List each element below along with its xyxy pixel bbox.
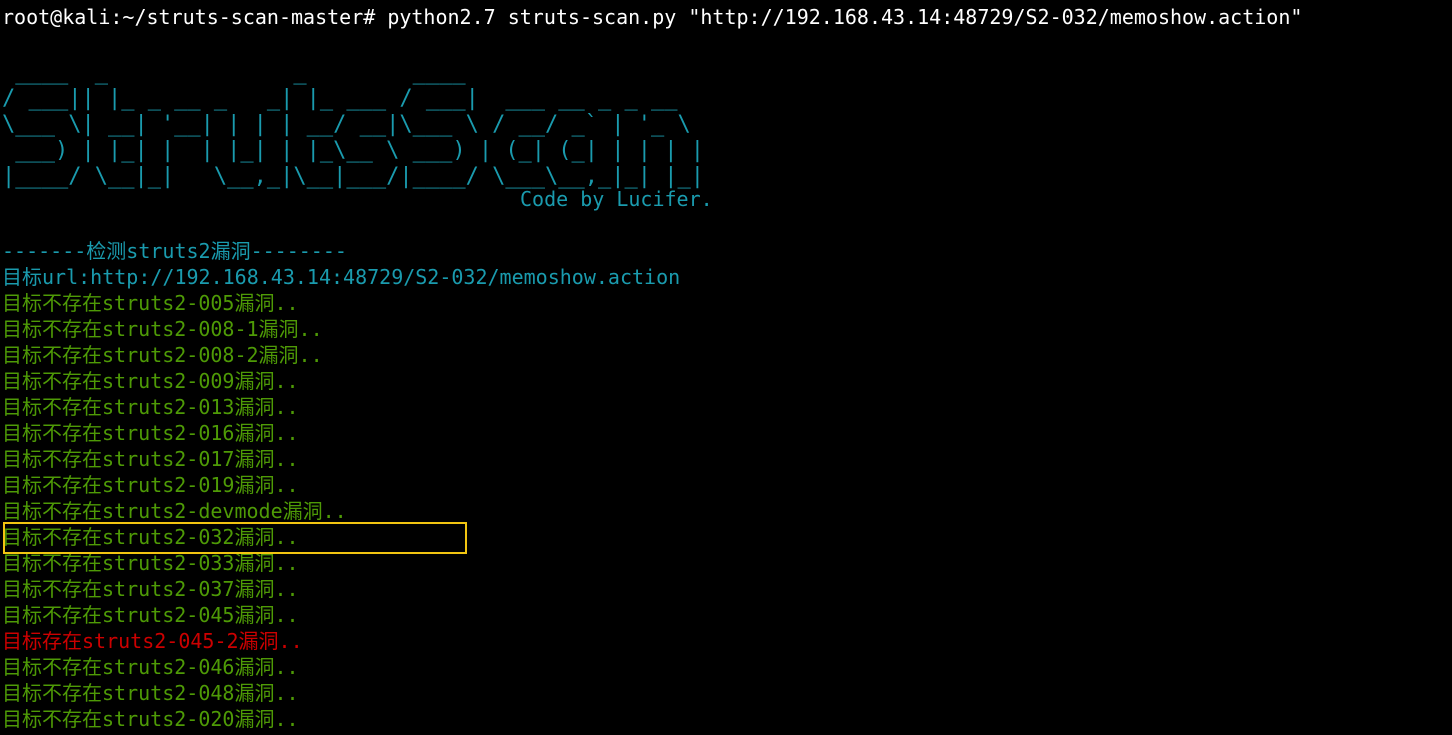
- result-line: 目标不存在struts2-008-2漏洞..: [2, 343, 323, 367]
- target-url-line: 目标url:http://192.168.43.14:48729/S2-032/…: [2, 265, 681, 289]
- result-line: 目标不存在struts2-devmode漏洞..: [2, 499, 347, 523]
- result-line: 目标存在struts2-045-2漏洞..: [2, 629, 303, 653]
- banner-line-4: ___) | |_| | | |_| | |_\__ \ ___) | (_| …: [2, 138, 704, 163]
- terminal-window[interactable]: root@kali:~/struts-scan-master# python2.…: [0, 0, 1452, 735]
- result-line: 目标不存在struts2-045漏洞..: [2, 603, 299, 627]
- command-line: root@kali:~/struts-scan-master# python2.…: [2, 5, 1303, 29]
- result-line: 目标不存在struts2-046漏洞..: [2, 655, 299, 679]
- credit-line: Code by Lucifer.: [520, 187, 713, 211]
- result-line: 目标不存在struts2-032漏洞..: [2, 525, 299, 549]
- result-line: 目标不存在struts2-020漏洞..: [2, 707, 299, 731]
- result-line: 目标不存在struts2-048漏洞..: [2, 681, 299, 705]
- result-line: 目标不存在struts2-013漏洞..: [2, 395, 299, 419]
- section-header: -------检测struts2漏洞--------: [2, 239, 347, 263]
- result-line: 目标不存在struts2-019漏洞..: [2, 473, 299, 497]
- result-line: 目标不存在struts2-008-1漏洞..: [2, 317, 323, 341]
- banner-line-1: ____ _ _ ____: [2, 60, 466, 85]
- banner-line-3: \___ \| __| '__| | | | __/ __|\___ \ / _…: [2, 112, 691, 137]
- result-line: 目标不存在struts2-009漏洞..: [2, 369, 299, 393]
- banner-line-2: / ___|| |_ _ __ _ _| |_ ___ / ___| ___ _…: [2, 86, 678, 111]
- result-line: 目标不存在struts2-017漏洞..: [2, 447, 299, 471]
- result-line: 目标不存在struts2-033漏洞..: [2, 551, 299, 575]
- result-line: 目标不存在struts2-005漏洞..: [2, 291, 299, 315]
- result-line: 目标不存在struts2-037漏洞..: [2, 577, 299, 601]
- result-line: 目标不存在struts2-016漏洞..: [2, 421, 299, 445]
